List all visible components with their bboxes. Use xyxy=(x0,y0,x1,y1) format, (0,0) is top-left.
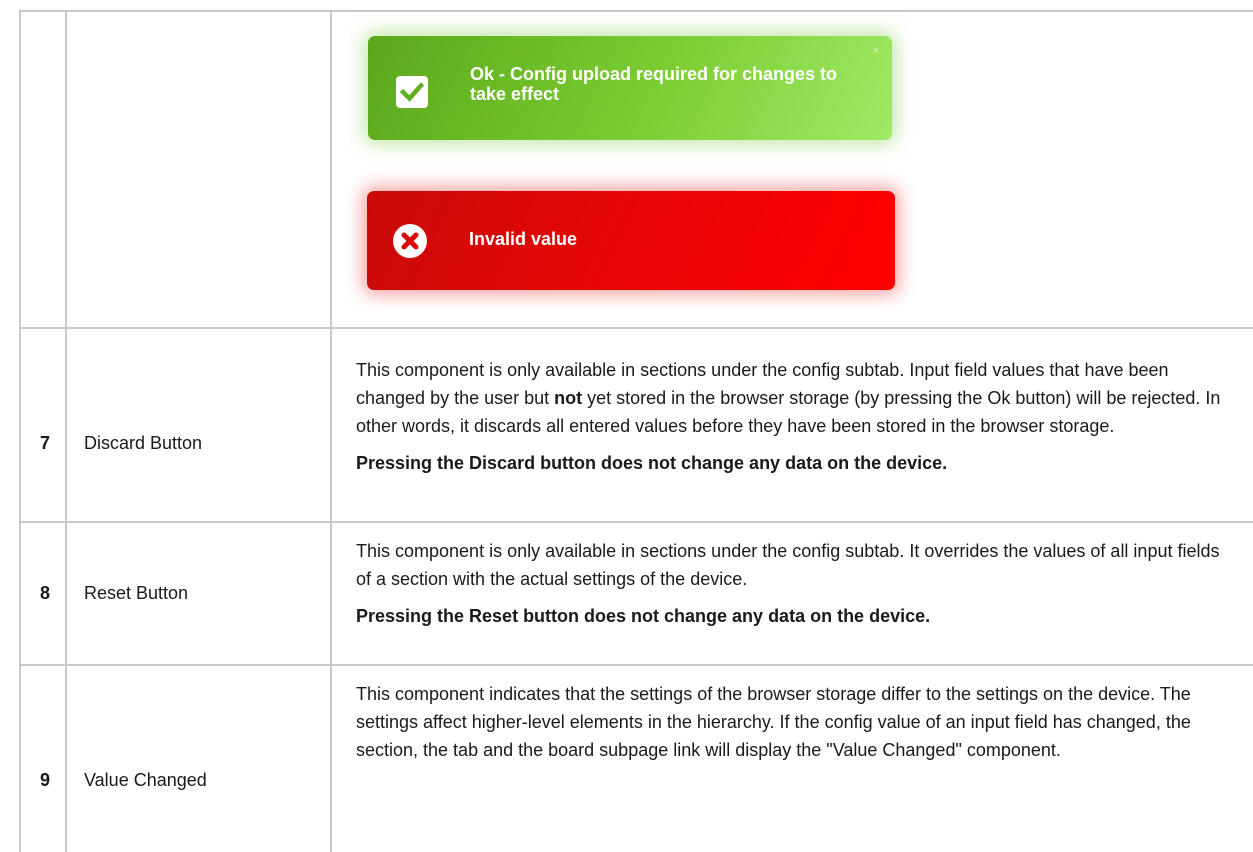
check-icon xyxy=(396,76,428,108)
error-toast-message: Invalid value xyxy=(469,229,578,249)
table-border-col2 xyxy=(330,10,332,852)
table-border-row7 xyxy=(19,327,1253,329)
component-name: Value Changed xyxy=(84,770,207,790)
document-table: × Ok - Config upload required for change… xyxy=(0,0,1253,852)
component-description: This component indicates that the settin… xyxy=(356,680,1236,764)
close-icon[interactable]: × xyxy=(872,42,880,58)
component-name: Reset Button xyxy=(84,583,189,603)
success-toast: × Ok - Config upload required for change… xyxy=(368,36,892,140)
component-description: This component is only available in sect… xyxy=(356,537,1236,630)
table-border-row9 xyxy=(19,664,1253,666)
component-name: Discard Button xyxy=(84,433,203,453)
row-number: 8 xyxy=(40,583,51,603)
description-text: This component indicates that the settin… xyxy=(356,684,1191,760)
description-text: This component is only available in sect… xyxy=(356,541,1220,589)
table-border-col1 xyxy=(65,10,67,852)
component-description: This component is only available in sect… xyxy=(356,356,1236,477)
success-toast-message: Ok - Config upload required for changes … xyxy=(470,64,838,104)
description-note: Pressing the Reset button does not chang… xyxy=(356,606,931,626)
row-number: 9 xyxy=(40,770,51,790)
table-border-top xyxy=(19,10,1253,12)
description-text: This component is only available in sect… xyxy=(356,360,1221,436)
row-number: 7 xyxy=(40,433,51,453)
table-border-left xyxy=(19,10,21,852)
description-note: Pressing the Discard button does not cha… xyxy=(356,453,948,473)
table-border-row8 xyxy=(19,521,1253,523)
error-toast: Invalid value xyxy=(367,191,895,290)
error-x-icon xyxy=(393,224,427,258)
